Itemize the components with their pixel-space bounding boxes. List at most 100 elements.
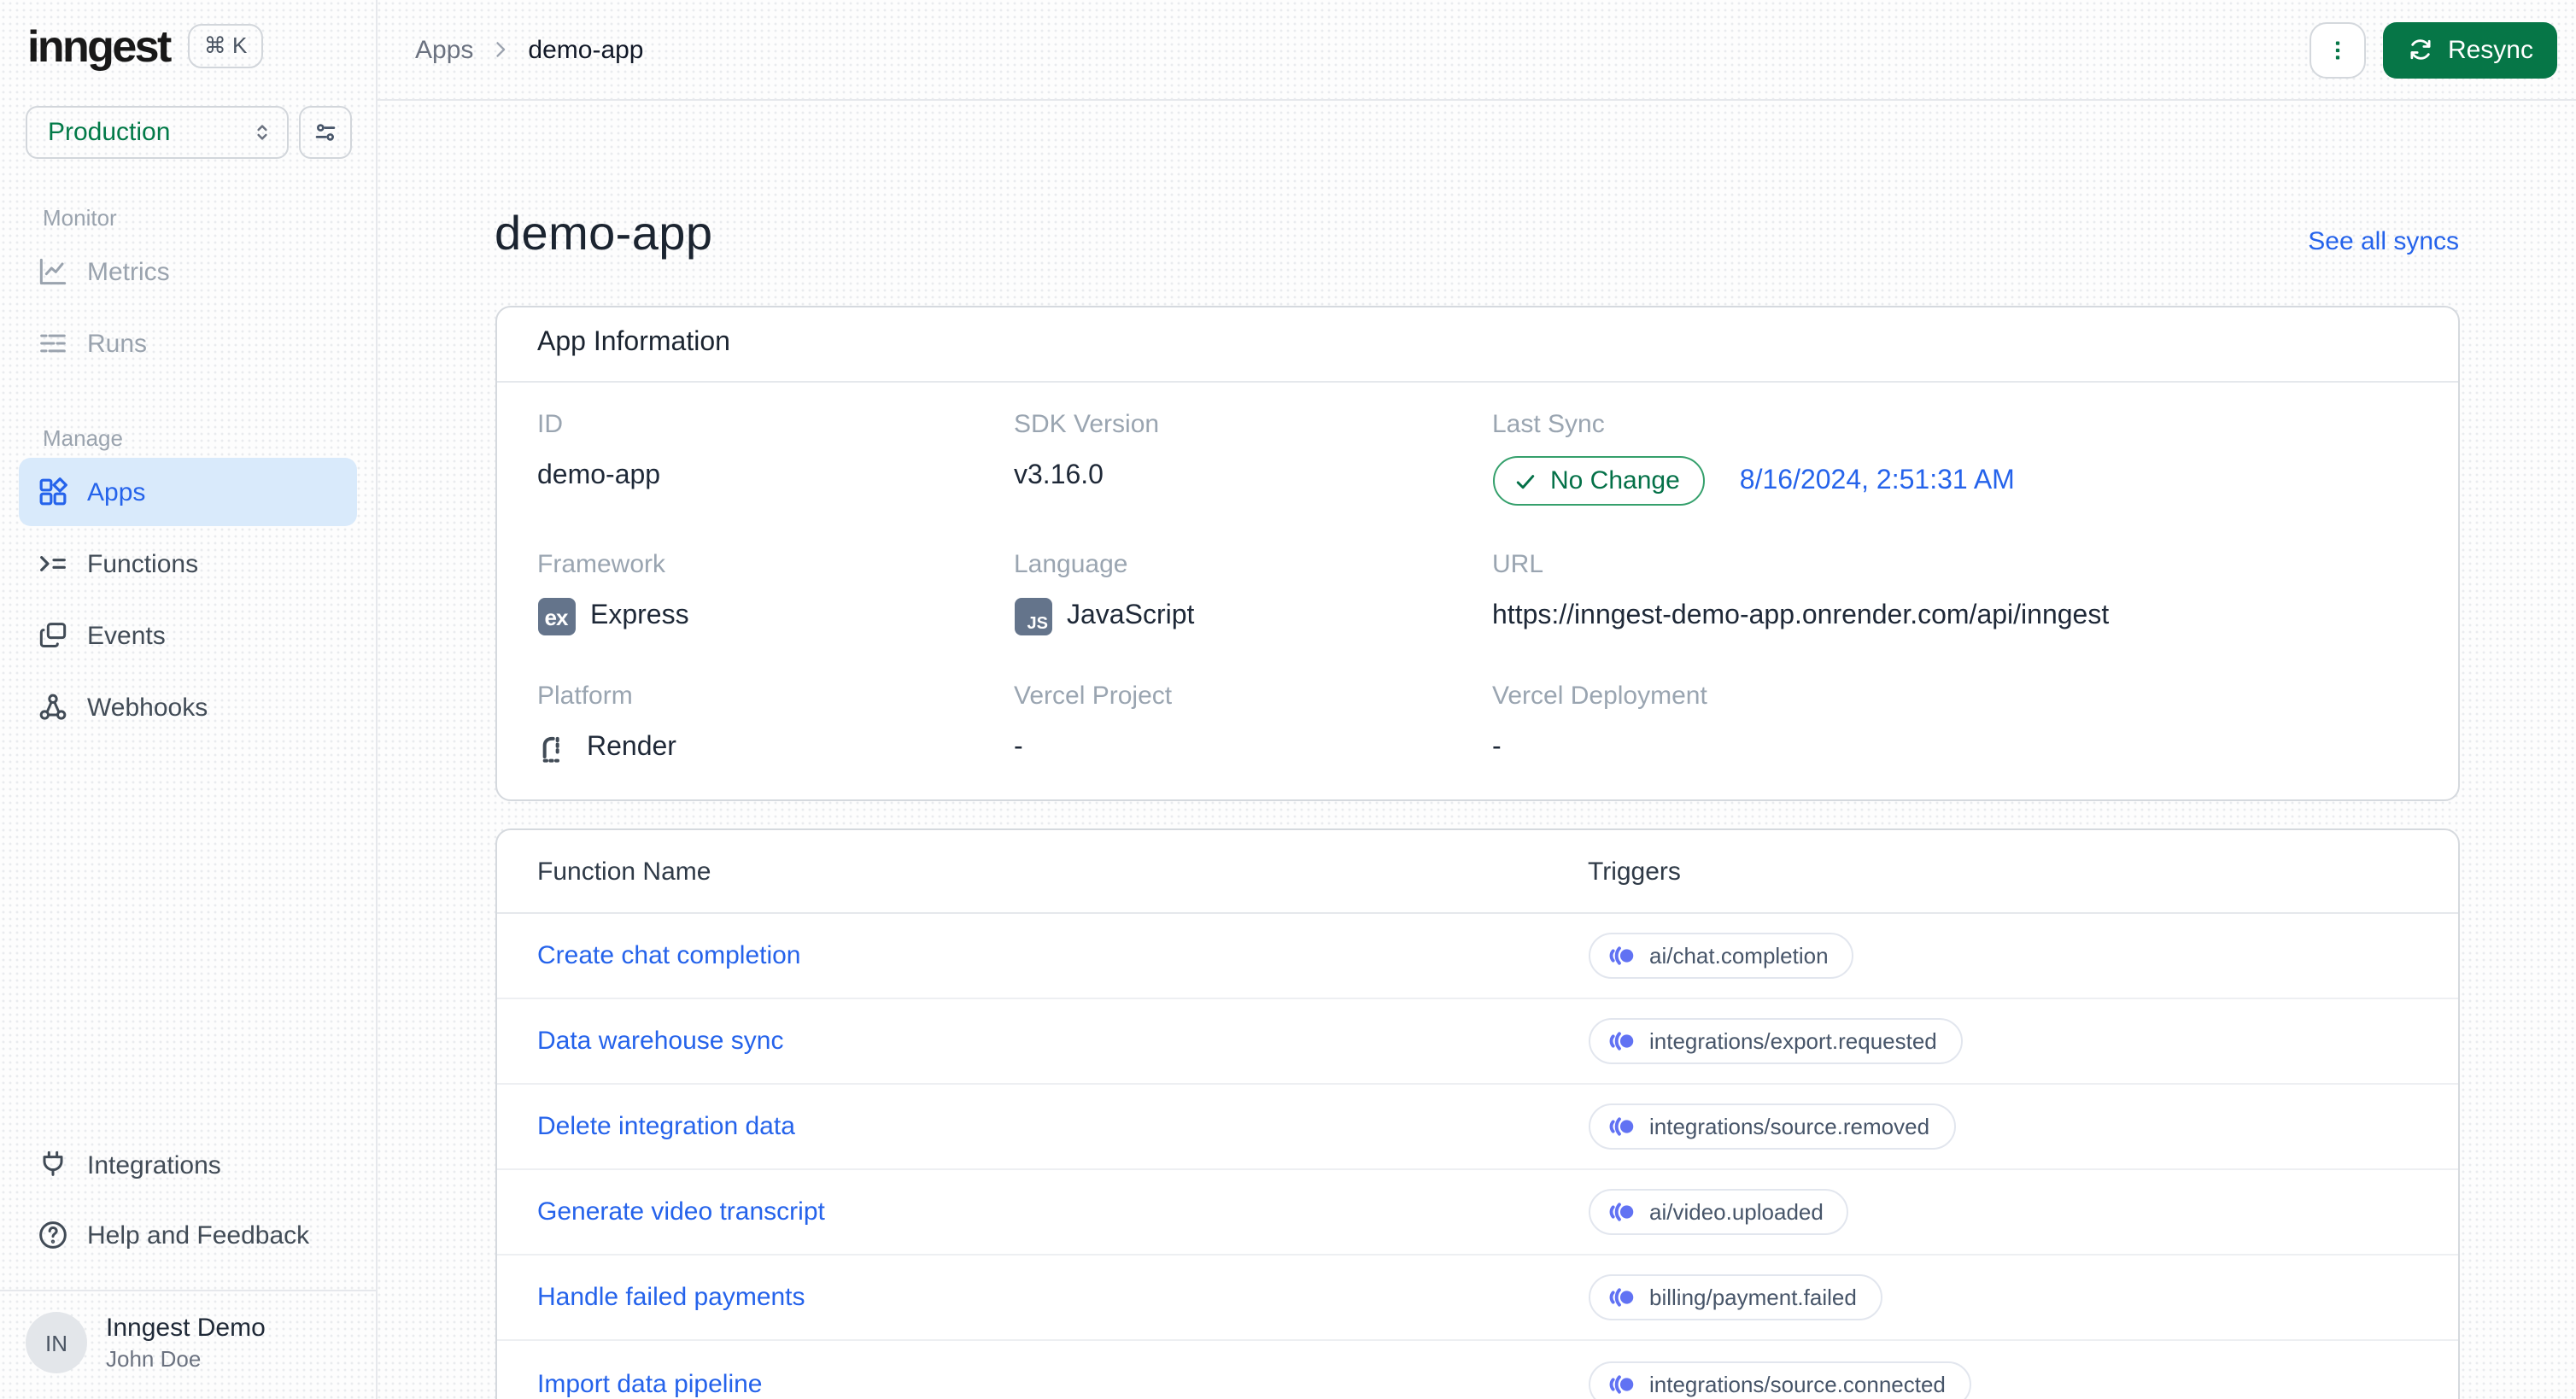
field-value: - — [1014, 733, 1023, 762]
sidebar-item-functions[interactable]: Functions — [19, 530, 357, 598]
trigger-label: integrations/export.requested — [1649, 1028, 1937, 1054]
profile-menu[interactable]: IN Inngest Demo John Doe — [0, 1291, 376, 1396]
field-id: ID demo-app — [537, 410, 1014, 506]
sync-arrows-icon — [2407, 36, 2434, 63]
sidebar-item-metrics[interactable]: Metrics — [19, 237, 357, 306]
table-row: Import data pipeline integrations/source… — [496, 1341, 2457, 1399]
app-information-card: App Information ID demo-app SDK Version … — [495, 306, 2459, 801]
sidebar-item-webhooks[interactable]: Webhooks — [19, 673, 357, 741]
trigger-label: integrations/source.removed — [1649, 1114, 1930, 1139]
trigger-badge: billing/payment.failed — [1588, 1274, 1882, 1320]
apps-grid-icon — [36, 475, 70, 509]
sidebar-item-label: Apps — [87, 477, 146, 506]
field-platform: Platform Render — [537, 682, 1014, 769]
environment-select[interactable]: Production — [26, 106, 289, 159]
chevron-up-down-icon — [249, 120, 275, 145]
breadcrumb: Apps demo-app — [415, 35, 644, 64]
environment-select-value: Production — [48, 118, 171, 147]
field-value: JavaScript — [1067, 601, 1195, 630]
kebab-menu-icon — [2323, 35, 2352, 64]
help-circle-icon — [36, 1218, 70, 1252]
render-platform-icon — [537, 731, 571, 765]
inngest-logo[interactable]: inngest — [27, 24, 172, 68]
sidebar-item-label: Metrics — [87, 257, 170, 286]
sidebar-item-label: Events — [87, 621, 166, 650]
field-vercel-deployment: Vercel Deployment - — [1492, 682, 2416, 769]
event-trigger-icon — [1607, 1283, 1636, 1312]
trigger-badge: integrations/export.requested — [1588, 1018, 1963, 1064]
app-root: inngest ⌘ K Production Monitor Metrics R… — [0, 0, 2576, 1399]
functions-table-card: Function Name Triggers Create chat compl… — [495, 828, 2459, 1399]
function-link[interactable]: Data warehouse sync — [537, 1027, 1588, 1056]
sidebar-footer: Integrations Help and Feedback IN Innges… — [0, 1129, 376, 1399]
field-last-sync: Last Sync No Change 8/16/2024, 2:51:31 A… — [1492, 410, 2416, 506]
field-label: SDK Version — [1014, 410, 1160, 439]
chevron-right-icon — [489, 38, 512, 61]
profile-user-name: John Doe — [106, 1346, 202, 1372]
table-row: Handle failed payments billing/payment.f… — [496, 1256, 2457, 1341]
function-link[interactable]: Import data pipeline — [537, 1369, 1588, 1398]
avatar: IN — [26, 1312, 87, 1373]
field-label: URL — [1492, 550, 1544, 579]
see-all-syncs-link[interactable]: See all syncs — [2308, 227, 2459, 256]
main-area: Apps demo-app Resync demo-app See all sy… — [378, 0, 2576, 1399]
field-label: Vercel Deployment — [1492, 682, 1707, 711]
javascript-icon: JS — [1014, 598, 1051, 635]
sidebar-item-apps[interactable]: Apps — [19, 458, 357, 526]
function-link[interactable]: Delete integration data — [537, 1112, 1588, 1141]
field-sdk-version: SDK Version v3.16.0 — [1014, 410, 1492, 506]
trigger-label: billing/payment.failed — [1649, 1285, 1857, 1310]
trigger-badge: ai/chat.completion — [1588, 933, 1854, 979]
field-value: Express — [590, 601, 689, 630]
table-row: Delete integration data integrations/sou… — [496, 1085, 2457, 1170]
profile-org-name: Inngest Demo — [106, 1314, 266, 1343]
environment-settings-button[interactable] — [299, 106, 352, 159]
chart-line-icon — [36, 255, 70, 289]
app-actions-menu-button[interactable] — [2309, 21, 2366, 78]
event-trigger-icon — [1607, 941, 1636, 970]
table-row: Data warehouse sync integrations/export.… — [496, 999, 2457, 1085]
functions-table-header: Function Name Triggers — [496, 830, 2457, 914]
resync-button[interactable]: Resync — [2382, 21, 2557, 78]
function-link[interactable]: Handle failed payments — [537, 1283, 1588, 1312]
column-function-name: Function Name — [537, 857, 711, 886]
command-palette-shortcut[interactable]: ⌘ K — [188, 24, 263, 68]
field-label: Platform — [537, 682, 633, 711]
app-information-title: App Information — [496, 307, 2457, 383]
field-language: Language JS JavaScript — [1014, 550, 1492, 637]
page-content: demo-app See all syncs App Information I… — [378, 101, 2576, 1399]
no-change-status-badge: No Change — [1492, 456, 1706, 506]
field-vercel-project: Vercel Project - — [1014, 682, 1492, 769]
sidebar-item-events[interactable]: Events — [19, 601, 357, 670]
event-trigger-icon — [1607, 1369, 1636, 1398]
function-list-icon — [36, 547, 70, 581]
breadcrumb-apps-link[interactable]: Apps — [415, 35, 473, 64]
function-link[interactable]: Create chat completion — [537, 941, 1588, 970]
table-row: Create chat completion ai/chat.completio… — [496, 914, 2457, 999]
field-framework: Framework ex Express — [537, 550, 1014, 637]
event-trigger-icon — [1607, 1027, 1636, 1056]
function-link[interactable]: Generate video transcript — [537, 1197, 1588, 1226]
column-triggers: Triggers — [1588, 857, 1681, 886]
badge-label: No Change — [1550, 466, 1680, 495]
avatar-initials: IN — [45, 1330, 67, 1355]
webhook-nodes-icon — [36, 690, 70, 724]
field-url: URL https://inngest-demo-app.onrender.co… — [1492, 550, 2416, 637]
sidebar-item-help-feedback[interactable]: Help and Feedback — [19, 1201, 357, 1269]
check-icon — [1513, 469, 1537, 493]
breadcrumb-current: demo-app — [528, 35, 644, 64]
field-label: ID — [537, 410, 563, 439]
field-label: Framework — [537, 550, 666, 579]
field-value: demo-app — [537, 461, 661, 490]
trigger-badge: ai/video.uploaded — [1588, 1189, 1849, 1235]
sidebar-item-label: Integrations — [87, 1150, 221, 1179]
sidebar-item-runs[interactable]: Runs — [19, 309, 357, 378]
sidebar: inngest ⌘ K Production Monitor Metrics R… — [0, 0, 378, 1399]
last-sync-timestamp-link[interactable]: 8/16/2024, 2:51:31 AM — [1740, 465, 2015, 496]
list-lines-icon — [36, 326, 70, 360]
express-icon: ex — [537, 598, 575, 635]
sidebar-item-integrations[interactable]: Integrations — [19, 1131, 357, 1199]
topbar: Apps demo-app Resync — [378, 0, 2576, 101]
field-label: Language — [1014, 550, 1128, 579]
sliders-icon — [311, 118, 340, 147]
